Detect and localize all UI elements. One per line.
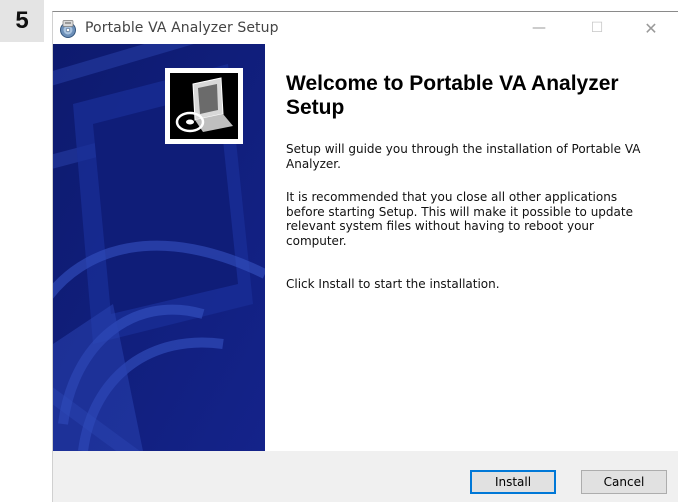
instruction-paragraph: Click Install to start the installation. xyxy=(286,277,500,291)
computer-cd-icon xyxy=(165,68,243,144)
maximize-icon: ☐ xyxy=(590,20,604,36)
welcome-heading: Welcome to Portable VA Analyzer Setup xyxy=(286,72,619,119)
cancel-button[interactable]: Cancel xyxy=(581,470,667,494)
side-banner-art xyxy=(53,44,265,451)
close-button[interactable]: ✕ xyxy=(628,12,674,44)
side-banner xyxy=(53,44,265,451)
setup-window: Portable VA Analyzer Setup — ☐ ✕ Welcome… xyxy=(52,11,678,502)
installer-disc-icon xyxy=(60,20,76,38)
recommendation-paragraph: It is recommended that you close all oth… xyxy=(286,190,633,248)
install-button[interactable]: Install xyxy=(470,470,556,494)
minimize-icon: — xyxy=(532,20,546,36)
title-bar[interactable]: Portable VA Analyzer Setup — ☐ ✕ xyxy=(53,12,678,44)
welcome-content: Welcome to Portable VA Analyzer Setup Se… xyxy=(265,44,678,451)
close-icon: ✕ xyxy=(644,18,658,38)
maximize-button[interactable]: ☐ xyxy=(574,12,620,44)
step-number-badge: 5 xyxy=(0,0,44,42)
window-title: Portable VA Analyzer Setup xyxy=(85,20,279,36)
minimize-button[interactable]: — xyxy=(516,12,562,44)
intro-paragraph: Setup will guide you through the install… xyxy=(286,142,641,171)
button-bar: Install Cancel xyxy=(53,451,678,502)
